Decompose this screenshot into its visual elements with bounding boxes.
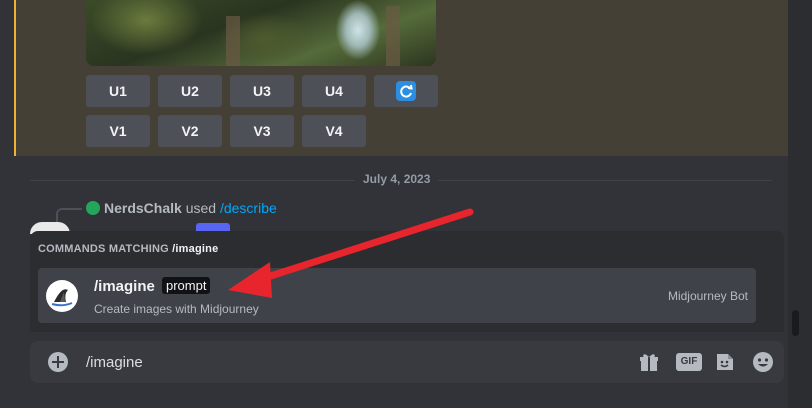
reply-used-text: used [185,200,217,216]
variation-button-1[interactable]: V1 [86,115,150,147]
sticker-icon[interactable] [714,351,736,373]
image-detail [386,6,400,66]
autocomplete-header: COMMANDS MATCHING /imagine [38,243,218,255]
command-source: Midjourney Bot [667,289,748,303]
plus-icon[interactable] [48,352,68,372]
midjourney-bot-avatar [46,280,78,312]
message-composer[interactable]: GIF [30,341,784,383]
upscale-button-2[interactable]: U2 [158,75,222,107]
command-param-pill: prompt [162,277,211,294]
app-tag-badge [196,223,230,231]
autocomplete-header-label: COMMANDS MATCHING [38,243,169,255]
date-divider: July 4, 2023 [355,172,439,186]
reply-command-link[interactable]: /describe [220,200,277,216]
scrollbar-track[interactable] [788,0,812,408]
upscale-button-4[interactable]: U4 [302,75,366,107]
emoji-icon[interactable] [752,351,774,373]
scrollbar-thumb[interactable] [792,310,799,336]
variation-button-2[interactable]: V2 [158,115,222,147]
variation-button-3[interactable]: V3 [230,115,294,147]
bot-name[interactable] [86,222,206,230]
autocomplete-header-query: /imagine [172,243,219,255]
reply-username[interactable]: NerdsChalk [104,200,182,216]
command-autocomplete-popup: COMMANDS MATCHING /imagine /imagine prom… [30,231,784,332]
discord-icon [86,201,100,215]
message-input[interactable] [86,350,586,374]
command-suggestion-imagine[interactable]: /imagine prompt Create images with Midjo… [38,268,756,323]
image-detail [226,16,240,66]
variation-button-4[interactable]: V4 [302,115,366,147]
gif-icon[interactable]: GIF [676,353,702,371]
gift-icon[interactable] [638,351,660,373]
command-name: /imagine [94,278,155,295]
generated-image-grid[interactable] [86,0,436,66]
upscale-button-3[interactable]: U3 [230,75,294,107]
reply-context[interactable]: NerdsChalk used /describe [86,200,277,216]
upscale-button-1[interactable]: U1 [86,75,150,107]
reroll-button[interactable] [374,75,438,107]
command-description: Create images with Midjourney [94,302,259,316]
refresh-icon [396,81,416,101]
